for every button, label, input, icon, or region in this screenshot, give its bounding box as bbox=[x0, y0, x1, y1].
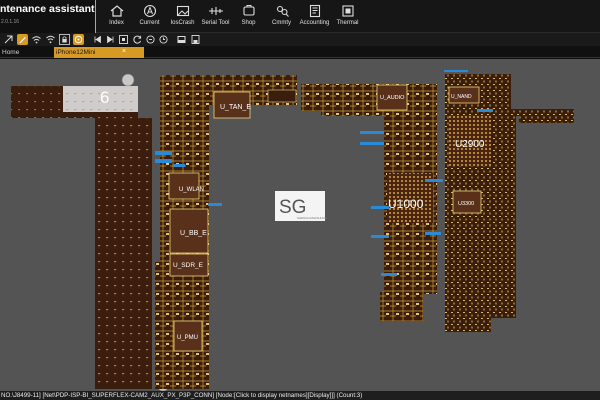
close-tab-icon[interactable]: × bbox=[122, 48, 129, 55]
nav-ioscrash[interactable]: IosCrash bbox=[166, 0, 199, 33]
pcb-board-view: 6 U_TAN_E U_WLAN U_BB_E U_SDR_E U_PMU U1… bbox=[11, 70, 574, 391]
accounting-book-icon bbox=[309, 4, 320, 18]
current-a-icon bbox=[143, 4, 156, 18]
undo-icon[interactable] bbox=[145, 34, 156, 45]
u3300-label: U3300 bbox=[458, 201, 474, 207]
left-board bbox=[11, 73, 170, 391]
serial-tool-icon bbox=[208, 7, 223, 15]
status-bar: NO.\J8499-11] [Net\PDP-ISP-BI_SUPERFLEX-… bbox=[0, 391, 600, 400]
step-back-icon[interactable] bbox=[92, 34, 103, 45]
u-audio-label: U_AUDIO bbox=[380, 95, 405, 101]
crash-image-icon bbox=[176, 5, 189, 17]
wifi-icon[interactable] bbox=[31, 34, 42, 45]
arrow-icon[interactable] bbox=[3, 34, 14, 45]
u-bbe-label: U_BB_E bbox=[180, 230, 207, 237]
pen-icon[interactable] bbox=[17, 34, 28, 45]
left-board-label: 6 bbox=[100, 88, 109, 107]
step-forward-icon[interactable] bbox=[105, 34, 116, 45]
nav-serial-tool[interactable]: Serial Tool bbox=[199, 0, 232, 33]
nav-current[interactable]: Current bbox=[133, 0, 166, 33]
app-brand: ntenance assistant 2.0.1.16 bbox=[0, 0, 96, 33]
shop-cart-icon bbox=[242, 5, 255, 16]
rotate-icon[interactable] bbox=[132, 34, 143, 45]
nav-serial-tool-label: Serial Tool bbox=[201, 20, 230, 26]
wifi-alt-icon[interactable] bbox=[45, 34, 56, 45]
u-tan-label: U_TAN_E bbox=[220, 104, 251, 111]
watermark-logo: SG SHENGUANGSHUNG bbox=[275, 191, 328, 221]
app-version: 2.0.1.16 bbox=[1, 19, 20, 25]
nav-shop[interactable]: Shop bbox=[232, 0, 265, 33]
community-icon bbox=[276, 5, 289, 17]
nav-accounting-label: Accounting bbox=[299, 20, 330, 26]
save-icon[interactable] bbox=[190, 34, 201, 45]
u1000-label: U1000 bbox=[388, 197, 424, 211]
main-nav: Index Current IosCrash Serial Tool Shop … bbox=[100, 0, 364, 33]
nav-accounting[interactable]: Accounting bbox=[298, 0, 331, 33]
grid-icon[interactable] bbox=[118, 34, 129, 45]
nav-cmmty-label: Cmmty bbox=[272, 20, 291, 26]
target-icon[interactable] bbox=[73, 34, 84, 45]
nav-thermal-label: Thermal bbox=[336, 20, 359, 26]
lock-icon[interactable] bbox=[59, 34, 70, 45]
page-icon[interactable] bbox=[176, 34, 187, 45]
nav-thermal[interactable]: Thermal bbox=[331, 0, 364, 33]
nav-index[interactable]: Index bbox=[100, 0, 133, 33]
redo-icon[interactable] bbox=[158, 34, 169, 45]
nav-cmmty[interactable]: Cmmty bbox=[265, 0, 298, 33]
thermal-icon bbox=[341, 5, 354, 17]
u-sdr-label: U_SDR_E bbox=[173, 262, 204, 269]
home-icon bbox=[110, 5, 123, 17]
nav-index-label: Index bbox=[109, 20, 124, 26]
nav-shop-label: Shop bbox=[241, 20, 256, 26]
watermark-text: SHENGUANGSHUNG bbox=[297, 216, 328, 220]
app-title: ntenance assistant bbox=[0, 3, 95, 15]
u2900-label: U2900 bbox=[455, 139, 485, 150]
top-bar: ntenance assistant 2.0.1.16 Index Curren… bbox=[0, 0, 600, 33]
board-viewer-canvas[interactable]: 6 U_TAN_E U_WLAN U_BB_E U_SDR_E U_PMU U1… bbox=[0, 59, 600, 391]
u-nand-label: U_NAND bbox=[451, 94, 472, 100]
middle-board bbox=[155, 75, 297, 389]
nav-current-label: Current bbox=[139, 20, 160, 26]
u-wlan-label: U_WLAN bbox=[179, 187, 204, 193]
tab-home[interactable]: Home bbox=[0, 47, 50, 58]
toolbar bbox=[0, 33, 600, 46]
tab-iphone12mini[interactable]: iPhone12Mini bbox=[54, 47, 144, 58]
tab-bar: Home iPhone12Mini × bbox=[0, 46, 600, 58]
u-pmu-label: U_PMU bbox=[177, 335, 198, 341]
nav-ioscrash-label: IosCrash bbox=[170, 20, 195, 26]
app-window: ntenance assistant 2.0.1.16 Index Curren… bbox=[0, 0, 600, 400]
watermark-sg: SG bbox=[279, 197, 306, 218]
